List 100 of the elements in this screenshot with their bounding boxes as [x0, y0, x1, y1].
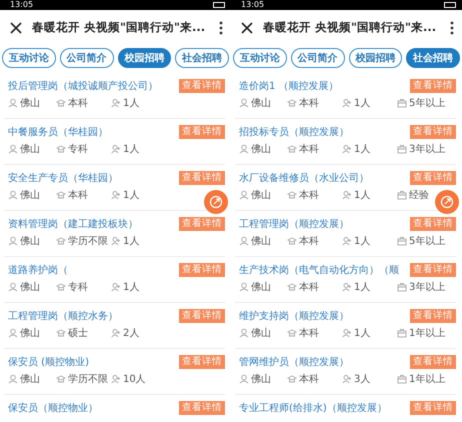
details-button[interactable]: 查看详情	[410, 401, 456, 415]
job-info: 本科	[299, 372, 319, 386]
details-button[interactable]: 查看详情	[179, 79, 225, 93]
close-icon[interactable]	[10, 22, 22, 34]
tab[interactable]: 校园招聘	[348, 48, 402, 68]
battery-icon	[444, 2, 456, 8]
close-icon[interactable]	[241, 22, 253, 34]
details-button[interactable]: 查看详情	[179, 355, 225, 369]
tab[interactable]: 社会招聘	[175, 48, 229, 68]
details-button[interactable]: 查看详情	[179, 401, 225, 415]
briefcase-icon	[397, 328, 407, 338]
cap-icon	[287, 282, 297, 292]
details-button[interactable]: 查看详情	[410, 171, 456, 185]
details-button[interactable]: 查看详情	[179, 263, 225, 277]
tab[interactable]: 公司简介	[60, 48, 114, 68]
job-info: 佛山	[20, 96, 40, 110]
job-title[interactable]: 工程管理岗（顺控水务）	[8, 309, 118, 323]
cap-icon	[56, 144, 66, 154]
cap-icon	[287, 236, 297, 246]
person-icon	[239, 144, 249, 154]
person-add-icon	[111, 144, 121, 154]
job-info: 佛山	[251, 326, 271, 340]
job-info: 佛山	[251, 142, 271, 156]
job-title[interactable]: 道路养护岗（	[8, 263, 68, 277]
job-title[interactable]: 保安员 (顺控物业)	[8, 355, 89, 369]
details-button[interactable]: 查看详情	[179, 217, 225, 231]
person-icon	[239, 236, 249, 246]
status-time: 13:05	[241, 0, 264, 10]
job-info: 本科	[299, 142, 319, 156]
tab[interactable]: 社会招聘	[406, 48, 460, 68]
tab[interactable]: 互动讨论	[233, 48, 287, 68]
job-info: 专科	[68, 142, 88, 156]
job-info: 1人	[354, 235, 370, 248]
more-icon[interactable]	[219, 20, 223, 34]
person-icon	[239, 328, 249, 338]
job-title[interactable]: 专业工程师(给排水)（顺控发展）	[239, 401, 387, 415]
briefcase-icon	[397, 236, 407, 246]
cap-icon	[287, 328, 297, 338]
details-button[interactable]: 查看详情	[179, 309, 225, 323]
status-time: 13:05	[10, 0, 34, 10]
person-icon	[8, 236, 18, 246]
briefcase-icon	[397, 144, 407, 154]
details-button[interactable]: 查看详情	[179, 125, 225, 139]
job-info: 1人	[354, 189, 370, 202]
job-info: 3年以上	[409, 280, 446, 294]
person-add-icon	[111, 98, 121, 108]
person-add-icon	[342, 282, 352, 292]
person-add-icon	[111, 282, 121, 292]
job-title[interactable]: 水厂设备维修员（水业公司）	[239, 171, 369, 185]
details-button[interactable]: 查看详情	[410, 263, 456, 277]
job-info: 本科	[68, 188, 88, 202]
person-icon	[8, 328, 18, 338]
details-button[interactable]: 查看详情	[410, 79, 456, 93]
tab[interactable]: 互动讨论	[2, 48, 56, 68]
cap-icon	[287, 144, 297, 154]
job-info: 10人	[123, 373, 146, 386]
job-title[interactable]: 安全生产专员（华桂园）	[8, 171, 118, 185]
person-icon	[239, 190, 249, 200]
job-title[interactable]: 生产技术岗（电气自动化方向）（顺	[239, 263, 399, 277]
page-title: 春暖花开 央视频"国聘行动"来...	[263, 20, 438, 35]
cap-icon	[287, 374, 297, 384]
job-info: 佛山	[251, 188, 271, 202]
person-add-icon	[111, 328, 121, 338]
job-title[interactable]: 管网维护员（顺控发展）	[239, 355, 349, 369]
details-button[interactable]: 查看详情	[410, 355, 456, 369]
tab[interactable]: 校园招聘	[118, 48, 172, 68]
job-info: 硕士	[68, 326, 88, 340]
details-button[interactable]: 查看详情	[410, 217, 456, 231]
job-info: 本科	[299, 280, 319, 294]
cap-icon	[56, 190, 66, 200]
details-button[interactable]: 查看详情	[179, 171, 225, 185]
job-title[interactable]: 资料管理岗（建工建投板块）	[8, 217, 138, 231]
cap-icon	[56, 328, 66, 338]
job-title[interactable]: 造价岗1 （顺控发展）	[239, 79, 339, 93]
share-button[interactable]	[204, 190, 228, 214]
job-info: 3人	[354, 373, 370, 386]
details-button[interactable]: 查看详情	[410, 309, 456, 323]
job-info: 本科	[299, 234, 319, 248]
person-icon	[8, 282, 18, 292]
briefcase-icon	[397, 282, 407, 292]
page-title: 春暖花开 央视频"国聘行动"来...	[32, 20, 206, 35]
person-add-icon	[342, 236, 352, 246]
job-info: 佛山	[20, 142, 40, 156]
tab[interactable]: 公司简介	[290, 48, 344, 68]
person-icon	[239, 374, 249, 384]
job-title[interactable]: 保安员（顺控物业）	[8, 401, 98, 415]
job-title[interactable]: 工程管理岗（顺控发展）	[239, 217, 349, 231]
person-add-icon	[111, 374, 121, 384]
job-title[interactable]: 招投标专员（顺控发展）	[239, 125, 349, 139]
job-title[interactable]: 维护支持岗（顺控发展）	[239, 309, 349, 323]
job-title[interactable]: 投后管理岗（城投诚顺产投公司）	[8, 79, 158, 93]
job-info: 本科	[299, 96, 319, 110]
details-button[interactable]: 查看详情	[410, 125, 456, 139]
share-button[interactable]	[435, 190, 459, 214]
battery-icon	[213, 2, 225, 8]
job-info: 2人	[123, 327, 140, 340]
more-icon[interactable]	[450, 20, 454, 34]
person-icon	[8, 98, 18, 108]
person-add-icon	[342, 374, 352, 384]
job-title[interactable]: 中餐服务员（华桂园）	[8, 125, 108, 139]
